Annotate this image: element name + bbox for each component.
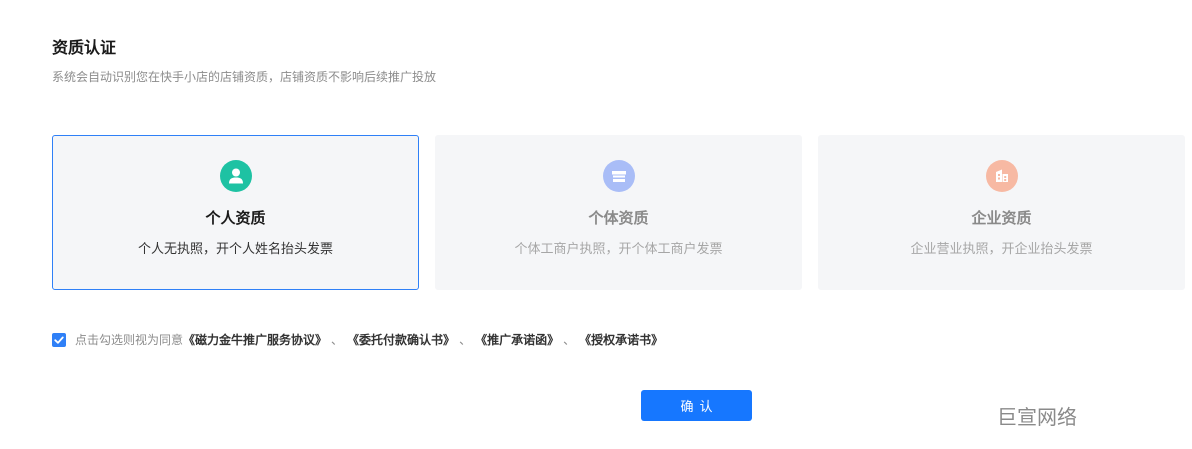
agreement-row: 点击勾选则视为同意 《磁力金牛推广服务协议》 、 《委托付款确认书》 、 《推广… [52, 332, 663, 348]
page-title: 资质认证 [52, 40, 117, 57]
agreement-link-service[interactable]: 《磁力金牛推广服务协议》 [183, 332, 327, 348]
card-individual[interactable]: 个体资质 个体工商户执照，开个体工商户发票 [435, 135, 802, 290]
card-individual-name: 个体资质 [588, 210, 649, 227]
card-personal-desc: 个人无执照，开个人姓名抬头发票 [137, 241, 333, 256]
watermark-text: 巨宣网络 [997, 407, 1077, 429]
card-enterprise-name: 企业资质 [971, 210, 1032, 227]
qualification-options: 个人资质 个人无执照，开个人姓名抬头发票 个体资质 个体工商户执照，开个体工商户… [52, 135, 1185, 290]
card-personal-name: 个人资质 [205, 210, 266, 227]
page-subtitle: 系统会自动识别您在快手小店的店铺资质，店铺资质不影响后续推广投放 [52, 70, 437, 84]
agreement-separator: 、 [563, 333, 576, 347]
building-icon [985, 160, 1018, 192]
checkmark-icon [54, 336, 64, 344]
card-personal[interactable]: 个人资质 个人无执照，开个人姓名抬头发票 [52, 135, 419, 290]
agreement-link-authorization[interactable]: 《授权承诺书》 [579, 332, 663, 348]
user-icon [219, 160, 252, 192]
agreement-prefix: 点击勾选则视为同意 [75, 333, 184, 347]
agreement-link-promise[interactable]: 《推广承诺函》 [475, 332, 559, 348]
qualification-page: 资质认证 系统会自动识别您在快手小店的店铺资质，店铺资质不影响后续推广投放 个人… [0, 0, 1192, 449]
agreement-separator: 、 [331, 333, 344, 347]
agreement-link-payment[interactable]: 《委托付款确认书》 [347, 332, 455, 348]
card-enterprise-desc: 企业营业执照，开企业抬头发票 [910, 241, 1093, 256]
shop-icon [602, 160, 635, 192]
confirm-button[interactable]: 确认 [641, 390, 752, 421]
card-enterprise[interactable]: 企业资质 企业营业执照，开企业抬头发票 [818, 135, 1185, 290]
agreement-checkbox[interactable] [52, 333, 66, 347]
card-individual-desc: 个体工商户执照，开个体工商户发票 [514, 241, 723, 256]
agreement-separator: 、 [459, 333, 472, 347]
